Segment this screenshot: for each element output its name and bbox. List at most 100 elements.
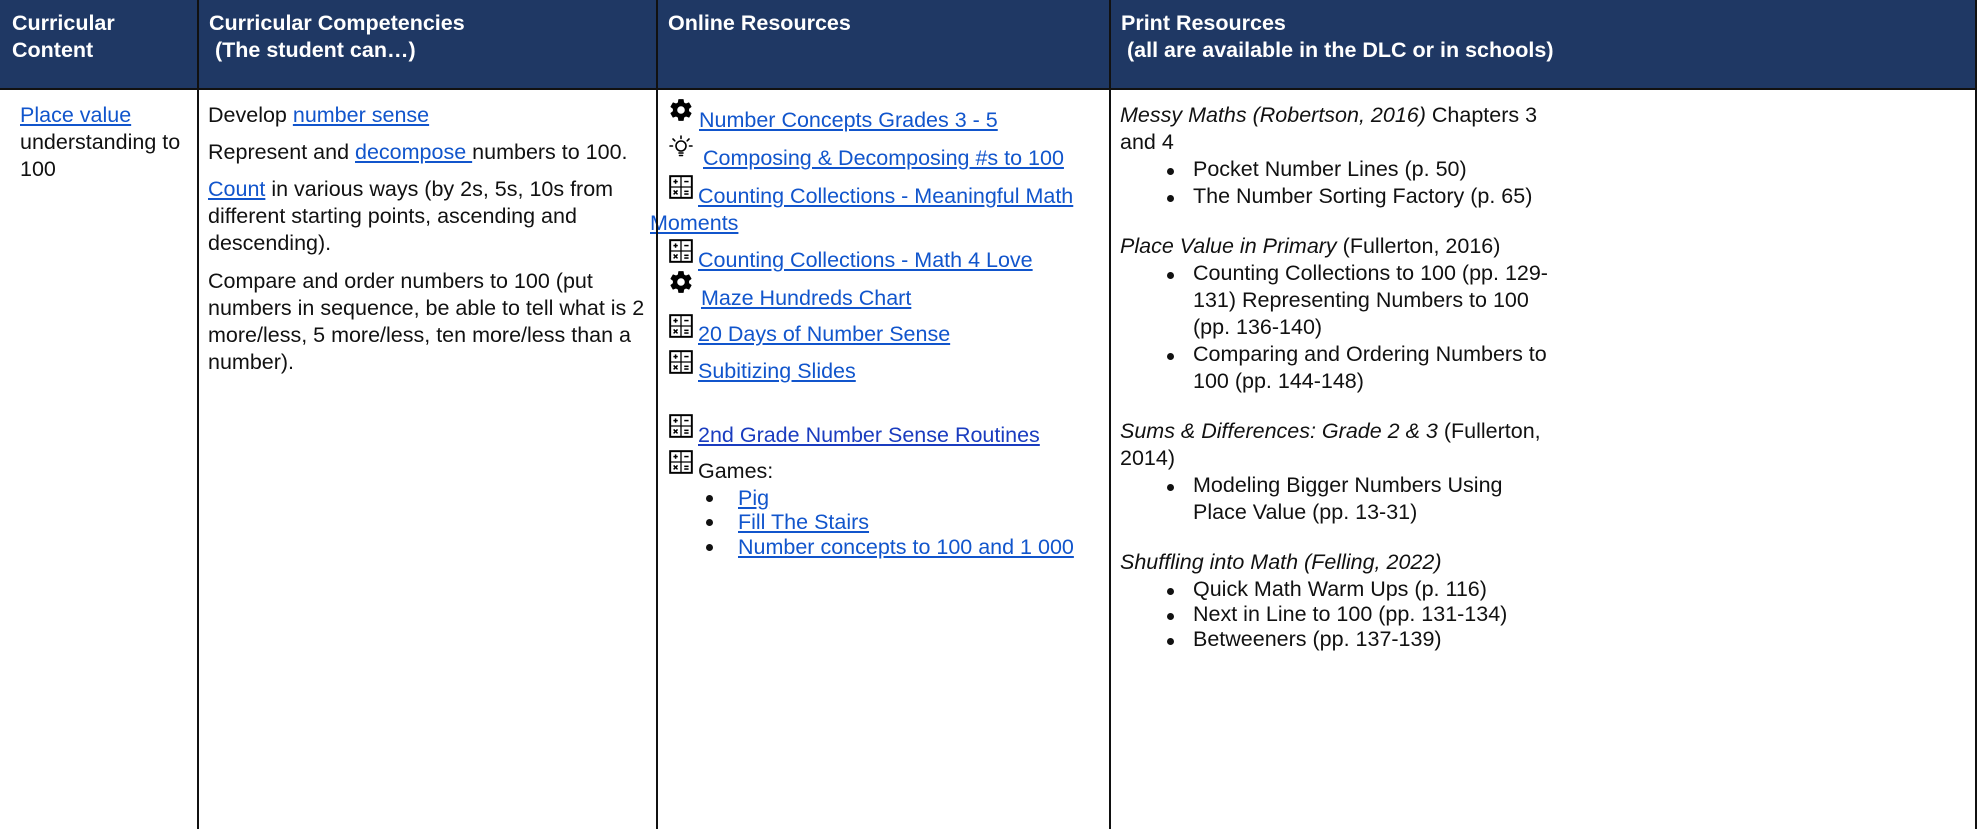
header-curricular-competencies: Curricular Competencies (The student can… bbox=[197, 0, 656, 88]
resource-counting-collections-meaningful-link[interactable]: Counting Collections - Meaningful Math bbox=[698, 183, 1073, 210]
text: Represent and bbox=[208, 140, 356, 164]
resource-composing-link[interactable]: Composing & Decomposing #s to 100 bbox=[703, 145, 1064, 172]
book-item: Pocket Number Lines (p. 50) bbox=[1193, 157, 1467, 181]
count-link[interactable]: Count bbox=[208, 177, 265, 201]
book-item: Next in Line to 100 (pp. 131-134) bbox=[1193, 602, 1508, 626]
book-item: Comparing and Ordering Numbers to bbox=[1193, 342, 1547, 366]
content-cell: Place value understanding to 100 bbox=[0, 88, 197, 829]
header-line: Online Resources bbox=[668, 11, 851, 35]
book-line: and 4 bbox=[1120, 130, 1174, 154]
book-item: (pp. 136-140) bbox=[1193, 315, 1323, 339]
text: (Fullerton, 2016) bbox=[1336, 234, 1501, 258]
book-item: Counting Collections to 100 (pp. 129- bbox=[1193, 261, 1548, 285]
resource-counting-collections-meaningful-link-cont[interactable]: Moments bbox=[650, 210, 738, 237]
game-fill-the-stairs-link[interactable]: Fill The Stairs bbox=[738, 509, 869, 536]
bullet bbox=[706, 519, 713, 526]
competency-number-sense: Develop number sense bbox=[208, 102, 429, 129]
book-sums-differences: Sums & Differences: Grade 2 & 3 (Fullert… bbox=[1120, 418, 1541, 445]
competency-compare-line: more/less, 5 more/less, ten more/less th… bbox=[208, 323, 632, 347]
resource-counting-collections-love-link[interactable]: Counting Collections - Math 4 Love bbox=[698, 247, 1033, 274]
column-divider bbox=[1109, 0, 1111, 829]
book-item: Modeling Bigger Numbers Using bbox=[1193, 473, 1503, 497]
column-divider bbox=[656, 0, 658, 829]
lightbulb-icon bbox=[669, 135, 693, 157]
competency-compare-line: Compare and order numbers to 100 (put bbox=[208, 269, 593, 293]
calculator-icon bbox=[669, 175, 693, 199]
header-line: (all are available in the DLC or in scho… bbox=[1121, 38, 1554, 62]
header-curricular-content: Curricular Content bbox=[0, 0, 197, 88]
competency-count: Count in various ways (by 2s, 5s, 10s fr… bbox=[208, 176, 613, 203]
calculator-icon bbox=[669, 450, 693, 474]
book-title: Sums & Differences: Grade 2 & 3 bbox=[1120, 419, 1438, 443]
column-content: Curricular Content Place value understan… bbox=[0, 0, 197, 829]
content-text-line: 100 bbox=[20, 157, 56, 181]
column-online-resources: Online Resources Number Concepts Grades … bbox=[650, 0, 1109, 829]
bullet bbox=[1167, 484, 1174, 491]
competency-decompose: Represent and decompose numbers to 100. bbox=[208, 139, 628, 166]
header-line: Content bbox=[12, 38, 94, 62]
book-title: Messy Maths (Robertson, 2016) bbox=[1120, 103, 1426, 127]
bullet bbox=[706, 544, 713, 551]
book-shuffling-into-math: Shuffling into Math (Felling, 2022) bbox=[1120, 549, 1441, 576]
resource-number-concepts-link[interactable]: Number Concepts Grades 3 - 5 bbox=[699, 107, 998, 134]
column-competencies: Curricular Competencies (The student can… bbox=[197, 0, 656, 829]
book-place-value-primary: Place Value in Primary (Fullerton, 2016) bbox=[1120, 233, 1500, 260]
bullet bbox=[1167, 195, 1174, 202]
book-item: The Number Sorting Factory (p. 65) bbox=[1193, 184, 1533, 208]
book-messy-maths: Messy Maths (Robertson, 2016) Chapters 3 bbox=[1120, 102, 1537, 129]
book-item: Betweeners (pp. 137-139) bbox=[1193, 627, 1442, 651]
bullet bbox=[706, 495, 713, 502]
text: numbers to 100. bbox=[472, 140, 628, 164]
competency-compare-line: number). bbox=[208, 350, 295, 374]
column-print-resources: Print Resources (all are available in th… bbox=[1109, 0, 1977, 829]
bullet bbox=[1167, 613, 1174, 620]
print-resources-cell: Messy Maths (Robertson, 2016) Chapters 3… bbox=[1109, 88, 1977, 829]
curriculum-table: Curricular Content Place value understan… bbox=[0, 0, 1977, 829]
bullet bbox=[1167, 272, 1174, 279]
column-divider bbox=[197, 0, 199, 829]
resource-20-days-link[interactable]: 20 Days of Number Sense bbox=[698, 321, 950, 348]
place-value-link[interactable]: Place value bbox=[20, 102, 131, 129]
bullet bbox=[1167, 353, 1174, 360]
decompose-link[interactable]: decompose bbox=[355, 140, 472, 164]
calculator-icon bbox=[669, 350, 693, 374]
book-line: 2014) bbox=[1120, 446, 1175, 470]
bullet bbox=[1167, 588, 1174, 595]
header-online-resources: Online Resources bbox=[656, 0, 1109, 88]
text: in various ways (by 2s, 5s, 10s from bbox=[265, 177, 614, 201]
online-resources-cell: Number Concepts Grades 3 - 5 Composing &… bbox=[650, 88, 1109, 829]
gear-icon bbox=[670, 99, 692, 121]
book-item: Quick Math Warm Ups (p. 116) bbox=[1193, 577, 1487, 601]
text: Develop bbox=[208, 103, 293, 127]
competency-count-line: descending). bbox=[208, 231, 332, 255]
header-line: (The student can…) bbox=[209, 38, 416, 62]
game-pig-link[interactable]: Pig bbox=[738, 485, 769, 512]
bullet bbox=[1167, 168, 1174, 175]
calculator-icon bbox=[669, 414, 693, 438]
book-item: 100 (pp. 144-148) bbox=[1193, 369, 1364, 393]
book-title: Place Value in Primary bbox=[1120, 234, 1337, 258]
text: (Fullerton, bbox=[1437, 419, 1541, 443]
header-print-resources: Print Resources (all are available in th… bbox=[1109, 0, 1977, 88]
competency-compare-line: numbers in sequence, be able to tell wha… bbox=[208, 296, 645, 320]
competency-count-line: different starting points, ascending and bbox=[208, 204, 577, 228]
calculator-icon bbox=[669, 314, 693, 338]
header-divider bbox=[0, 88, 1977, 90]
header-line: Curricular bbox=[12, 11, 115, 35]
gear-icon bbox=[670, 271, 692, 293]
resource-maze-hundreds-link[interactable]: Maze Hundreds Chart bbox=[701, 285, 911, 312]
book-item: 131) Representing Numbers to 100 bbox=[1193, 288, 1529, 312]
book-item: Place Value (pp. 13-31) bbox=[1193, 500, 1418, 524]
number-sense-link[interactable]: number sense bbox=[293, 103, 429, 127]
book-title: Shuffling into Math (Felling, 2022) bbox=[1120, 550, 1442, 574]
calculator-icon bbox=[669, 239, 693, 263]
competencies-cell: Develop number sense Represent and decom… bbox=[197, 88, 656, 829]
text: Chapters 3 bbox=[1425, 103, 1538, 127]
game-number-concepts-link[interactable]: Number concepts to 100 and 1 000 bbox=[738, 534, 1074, 561]
resource-subitizing-link[interactable]: Subitizing Slides bbox=[698, 358, 856, 385]
games-label: Games: bbox=[698, 459, 774, 483]
header-line: Print Resources bbox=[1121, 11, 1286, 35]
header-line: Curricular Competencies bbox=[209, 11, 465, 35]
resource-2nd-grade-routines-link[interactable]: 2nd Grade Number Sense Routines bbox=[698, 422, 1040, 449]
bullet bbox=[1167, 638, 1174, 645]
